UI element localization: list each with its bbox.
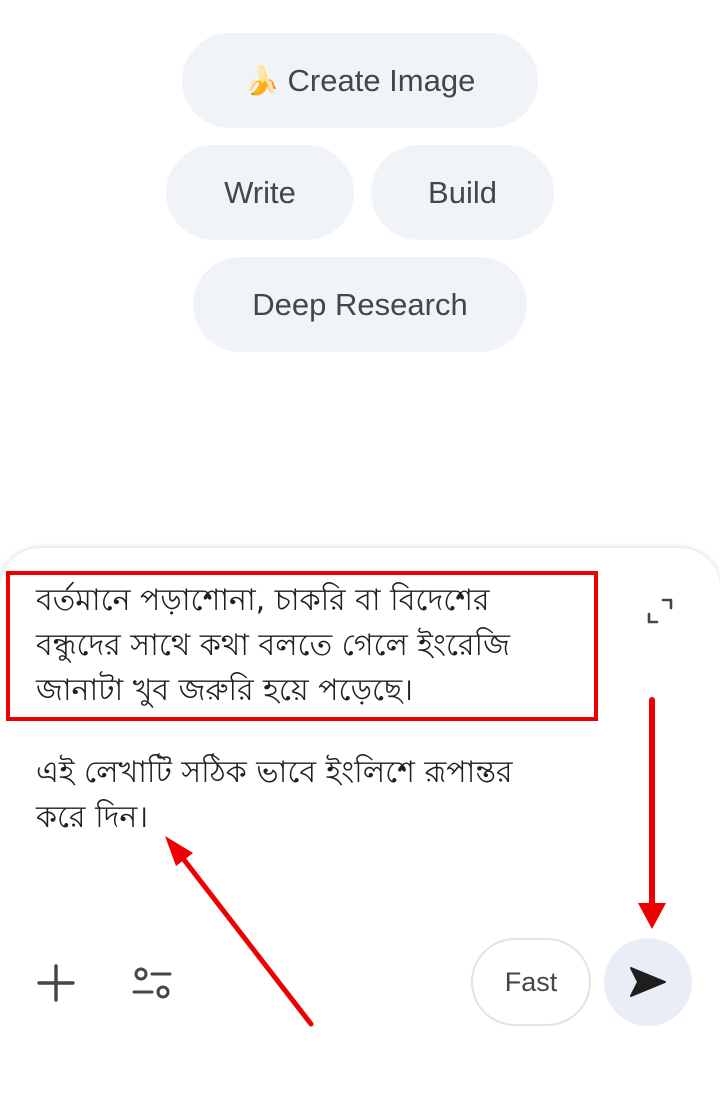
tools-button[interactable] — [124, 955, 180, 1011]
expand-icon[interactable] — [646, 597, 674, 625]
build-chip[interactable]: Build — [371, 145, 554, 240]
plus-icon — [37, 964, 75, 1002]
write-label: Write — [224, 174, 296, 210]
deep-research-chip[interactable]: Deep Research — [193, 257, 527, 352]
create-image-chip[interactable]: 🍌 Create Image — [182, 33, 538, 128]
highlighted-prompt-box — [6, 571, 598, 721]
send-button[interactable] — [604, 938, 692, 1026]
banana-icon: 🍌 — [244, 64, 280, 97]
fast-mode-button[interactable]: Fast — [471, 938, 591, 1026]
fast-mode-label: Fast — [504, 966, 558, 997]
prompt-paragraph-2[interactable]: এই লেখাটি সঠিক ভাবে ইংলিশে রূপান্তর করে … — [36, 750, 596, 840]
send-icon — [630, 967, 666, 997]
create-image-label: Create Image — [287, 62, 476, 98]
write-chip[interactable]: Write — [166, 145, 354, 240]
deep-research-label: Deep Research — [252, 286, 468, 322]
tools-sliders-icon — [132, 967, 172, 999]
add-button[interactable] — [28, 955, 84, 1011]
build-label: Build — [428, 174, 497, 210]
